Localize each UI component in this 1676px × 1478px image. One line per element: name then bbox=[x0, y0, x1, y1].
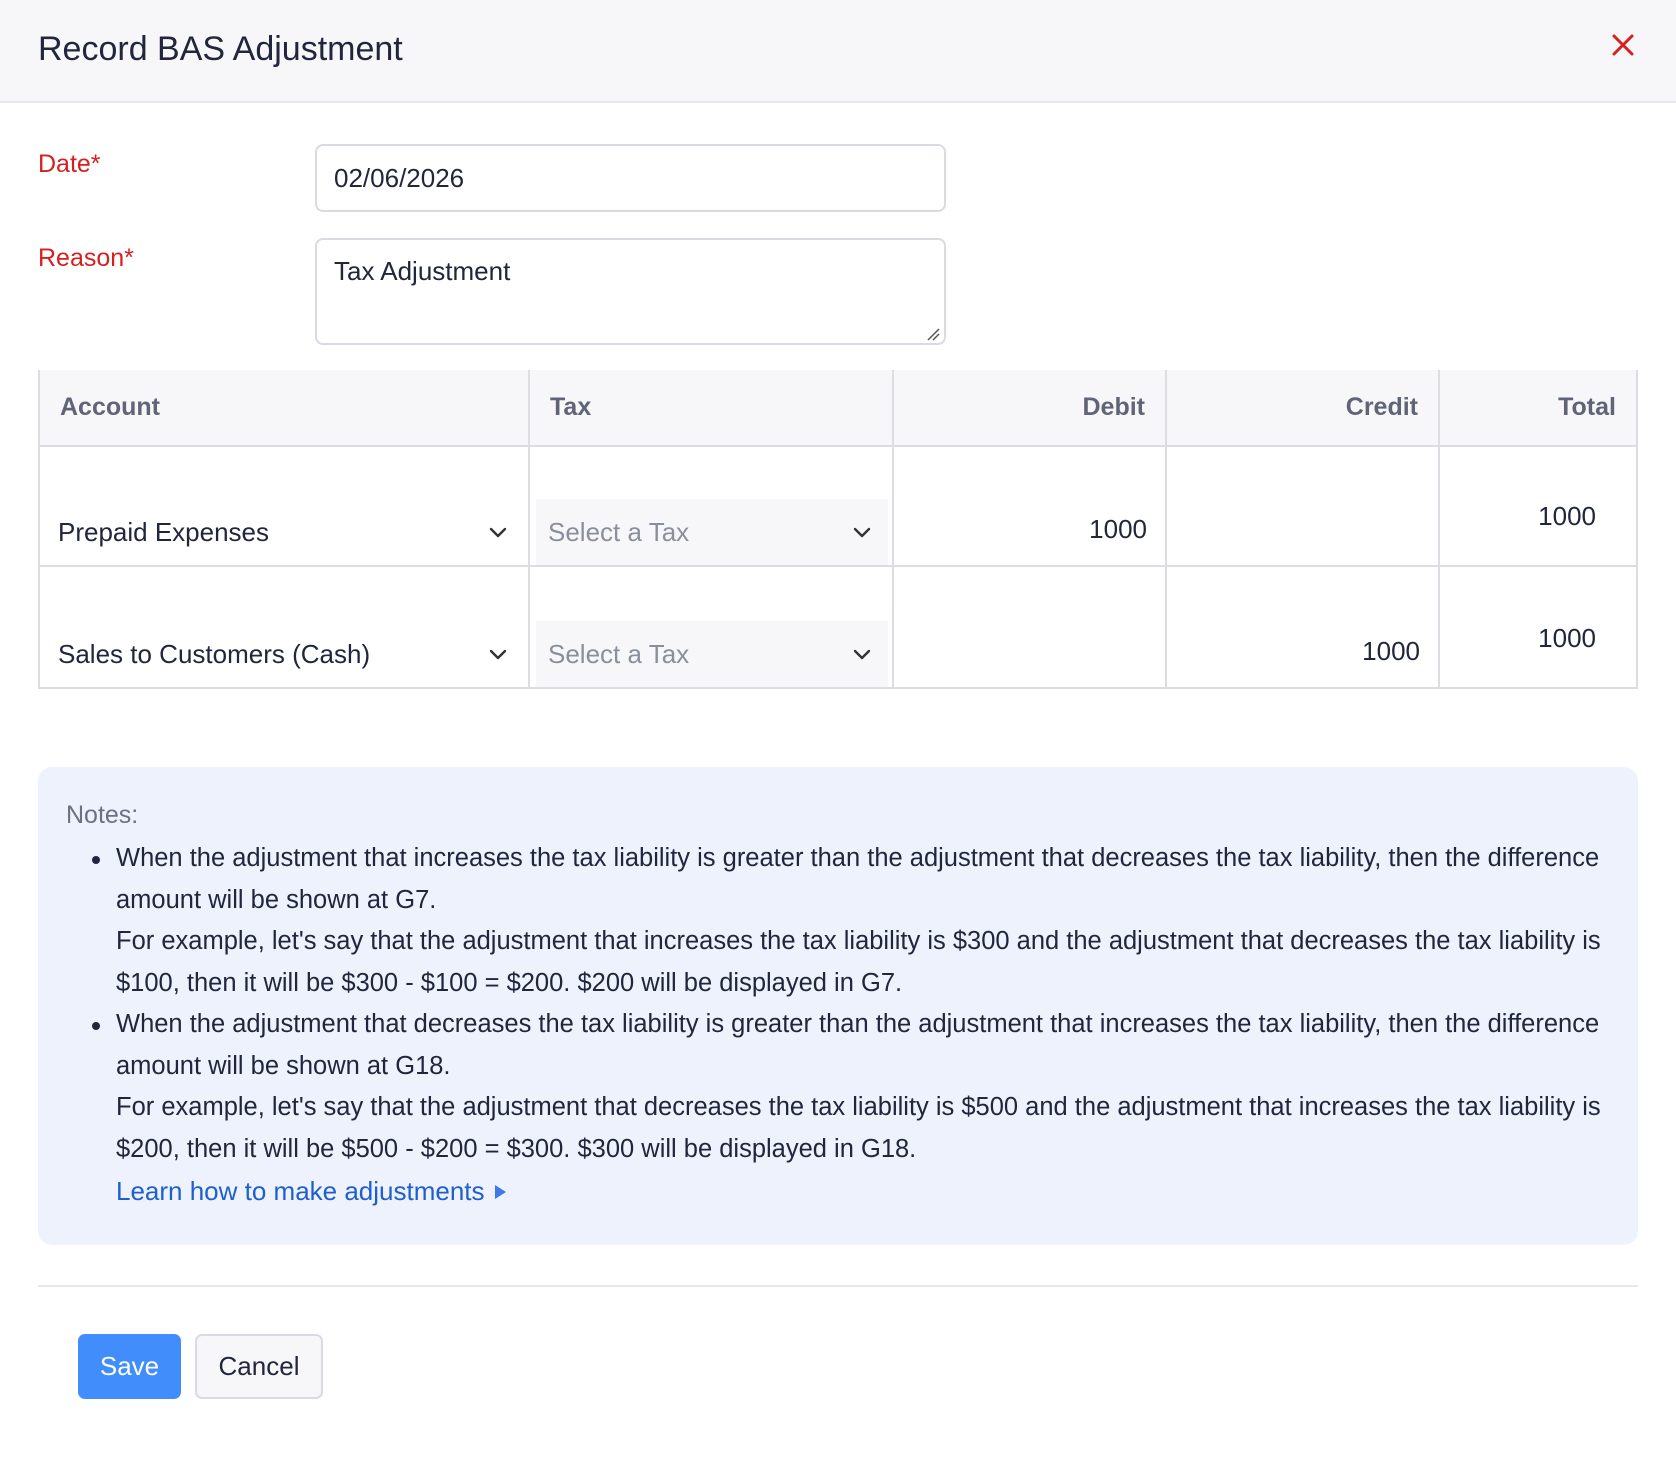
reason-label: Reason* bbox=[38, 244, 134, 272]
credit-value: 1000 bbox=[1362, 636, 1420, 666]
note-item: When the adjustment that decreases the t… bbox=[92, 1004, 1610, 1170]
note-example: For example, let's say that the adjustme… bbox=[116, 1093, 1601, 1163]
footer-divider bbox=[38, 1285, 1638, 1287]
header-tax: Tax bbox=[530, 370, 894, 445]
close-button[interactable] bbox=[1608, 30, 1638, 60]
credit-cell[interactable] bbox=[1167, 447, 1440, 565]
total-cell: 1000 bbox=[1440, 567, 1636, 687]
chevron-down-icon bbox=[489, 649, 507, 660]
close-icon bbox=[1612, 34, 1634, 56]
account-select[interactable]: Prepaid Expenses bbox=[40, 499, 528, 565]
account-select-value: Sales to Customers (Cash) bbox=[58, 638, 371, 669]
note-text: When the adjustment that decreases the t… bbox=[116, 1010, 1600, 1080]
tax-select-placeholder: Select a Tax bbox=[548, 516, 690, 547]
cancel-button[interactable]: Cancel bbox=[195, 1334, 323, 1399]
tax-cell: Select a Tax bbox=[530, 447, 894, 565]
account-select[interactable]: Sales to Customers (Cash) bbox=[40, 621, 528, 687]
tax-cell: Select a Tax bbox=[530, 567, 894, 687]
table-header: Account Tax Debit Credit Total bbox=[40, 370, 1636, 447]
notes-title: Notes: bbox=[66, 801, 139, 829]
tax-select[interactable]: Select a Tax bbox=[536, 499, 888, 565]
chevron-down-icon bbox=[853, 649, 871, 660]
reason-textarea[interactable]: Tax Adjustment bbox=[315, 238, 946, 345]
tax-select[interactable]: Select a Tax bbox=[536, 621, 888, 687]
notes-panel: Notes: When the adjustment that increase… bbox=[38, 767, 1638, 1245]
notes-list: When the adjustment that increases the t… bbox=[66, 838, 1610, 1170]
credit-cell[interactable]: 1000 bbox=[1167, 567, 1440, 687]
chevron-down-icon bbox=[489, 527, 507, 538]
date-input[interactable] bbox=[315, 144, 946, 212]
account-cell: Prepaid Expenses bbox=[40, 447, 530, 565]
dialog-header: Record BAS Adjustment bbox=[0, 0, 1676, 103]
note-example: For example, let's say that the adjustme… bbox=[116, 927, 1601, 997]
debit-value: 1000 bbox=[1089, 514, 1147, 544]
tax-select-placeholder: Select a Tax bbox=[548, 638, 690, 669]
table-row: Sales to Customers (Cash) Select a Tax 1… bbox=[40, 567, 1636, 687]
dialog-title: Record BAS Adjustment bbox=[38, 30, 403, 68]
resize-handle-icon[interactable] bbox=[924, 325, 940, 341]
adjustment-table: Account Tax Debit Credit Total Prepaid E… bbox=[38, 370, 1638, 689]
header-total: Total bbox=[1558, 393, 1616, 421]
save-button[interactable]: Save bbox=[78, 1334, 181, 1399]
play-triangle-icon bbox=[494, 1184, 506, 1199]
bas-adjustment-dialog: Record BAS Adjustment Date* Reason* Tax … bbox=[0, 0, 1676, 1478]
learn-link-label: Learn how to make adjustments bbox=[116, 1176, 485, 1206]
note-item: When the adjustment that increases the t… bbox=[92, 838, 1610, 1004]
learn-adjustments-link[interactable]: Learn how to make adjustments bbox=[116, 1176, 506, 1207]
note-text: When the adjustment that increases the t… bbox=[116, 844, 1600, 914]
header-credit: Credit bbox=[1167, 370, 1440, 445]
account-cell: Sales to Customers (Cash) bbox=[40, 567, 530, 687]
total-cell: 1000 bbox=[1440, 447, 1636, 565]
header-account: Account bbox=[40, 370, 530, 445]
chevron-down-icon bbox=[853, 527, 871, 538]
total-value: 1000 bbox=[1538, 501, 1596, 531]
date-label: Date* bbox=[38, 150, 101, 178]
account-select-value: Prepaid Expenses bbox=[58, 516, 270, 547]
table-row: Prepaid Expenses Select a Tax 1000 1000 bbox=[40, 447, 1636, 567]
header-debit: Debit bbox=[894, 370, 1167, 445]
debit-cell[interactable] bbox=[894, 567, 1167, 687]
debit-cell[interactable]: 1000 bbox=[894, 447, 1167, 565]
total-value: 1000 bbox=[1538, 623, 1596, 653]
